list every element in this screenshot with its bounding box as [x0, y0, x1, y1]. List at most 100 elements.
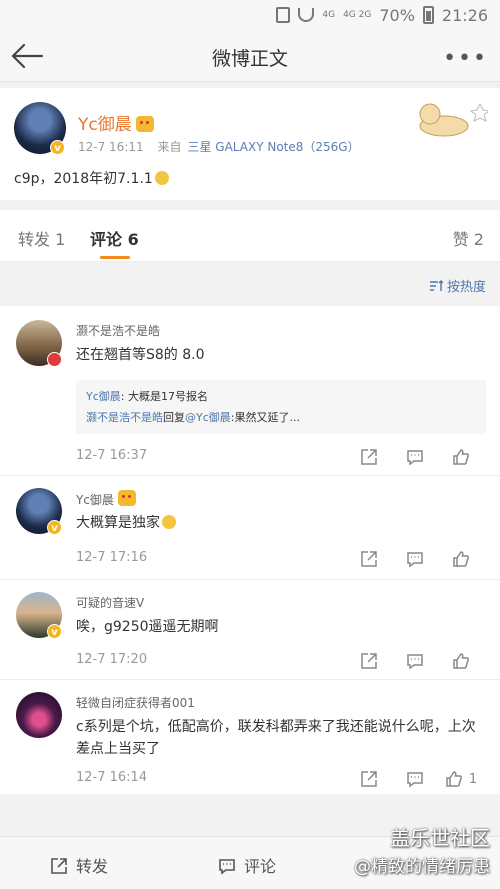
comment-icon [407, 450, 423, 466]
comment-time: 12-7 16:37 [76, 448, 148, 463]
original-post: v Yc御晨 12-7 16:11 来自 三星 GALAXY Note8（256G… [0, 88, 500, 200]
comment-button[interactable]: 评论 [218, 853, 276, 877]
network-indicator: 4G [322, 9, 336, 20]
thumbs-up-icon [453, 551, 469, 567]
repost-action[interactable] [346, 768, 392, 790]
active-tab-indicator [100, 256, 130, 259]
battery-percent: 70% [379, 5, 415, 25]
comment-icon [407, 772, 423, 788]
smiley-emoji-icon [154, 171, 169, 185]
comment-item: 灏不是浩不是皓 还在翘首等S8的 8.0 Yc御晨: 大概是17号报名 灏不是浩… [0, 306, 500, 476]
comment-text: 还在翘首等S8的 8.0 [76, 347, 205, 363]
battery-icon [422, 6, 434, 24]
like-action[interactable] [438, 650, 484, 672]
sort-bar: 按热度 [0, 264, 500, 306]
comment-time: 12-7 17:16 [76, 550, 148, 565]
quote-line-1: Yc御晨: 大概是17号报名 [86, 386, 476, 407]
quote-reply-word: 回复 [163, 411, 185, 424]
verified-badge: v [50, 140, 65, 155]
comment-label[interactable]: 评论 [244, 857, 276, 876]
reply-action[interactable] [392, 650, 438, 672]
author-name[interactable]: Yc御晨 [78, 110, 154, 135]
quote-mention[interactable]: @Yc御晨 [185, 411, 231, 424]
reply-action[interactable] [392, 548, 438, 570]
quote-user[interactable]: 灏不是浩不是皓 [86, 411, 163, 424]
quote-text: :果然又延了... [230, 411, 300, 424]
share-icon [361, 551, 377, 567]
like-action[interactable] [438, 446, 484, 468]
comment-actions [346, 650, 484, 672]
sort-icon [429, 280, 443, 291]
mute-icon [298, 8, 315, 22]
share-icon [361, 449, 377, 465]
commenter-avatar[interactable] [16, 692, 62, 738]
comment-text: 大概算是独家 [76, 512, 486, 534]
tab-repost[interactable]: 转发 1 [18, 226, 65, 250]
comment-icon [219, 859, 235, 875]
tab-likes[interactable]: 赞 2 [453, 226, 484, 250]
thumbs-up-icon [446, 771, 462, 787]
network-indicator-2: 4G 2G [343, 9, 372, 20]
comment-list: 灏不是浩不是皓 还在翘首等S8的 8.0 Yc御晨: 大概是17号报名 灏不是浩… [0, 306, 500, 794]
status-bar: 4G 4G 2G 70% 21:26 [0, 0, 500, 30]
like-action[interactable] [438, 548, 484, 570]
page-title: 微博正文 [211, 48, 288, 70]
nfc-icon [276, 7, 291, 23]
repost-action[interactable] [346, 650, 392, 672]
sort-by-hot-button[interactable]: 按热度 [429, 276, 486, 295]
comment-icon [407, 654, 423, 670]
verified-badge: v [47, 624, 62, 639]
nav-bar: 微博正文 ••• [0, 30, 500, 82]
comment-time: 12-7 16:14 [76, 770, 148, 785]
comment-item: v Yc御晨 大概算是独家 12-7 17:16 [0, 476, 500, 580]
sort-label[interactable]: 按热度 [447, 280, 486, 295]
source-prefix: 来自 [157, 140, 182, 154]
reply-quote-box[interactable]: Yc御晨: 大概是17号报名 灏不是浩不是皓回复@Yc御晨:果然又延了... [76, 380, 486, 434]
comment-text: c系列是个坑，低配高价，联发科都弄来了我还能说什么呢，上次差点上当买了 [76, 719, 476, 757]
comment-actions [346, 548, 484, 570]
repost-action[interactable] [346, 446, 392, 468]
clock: 21:26 [441, 5, 488, 25]
like-action[interactable]: 1 [438, 768, 484, 790]
red-badge-icon [47, 352, 62, 367]
commenter-name[interactable]: Yc御晨 [76, 490, 136, 508]
comment-text: 唉，g9250遥遥无期啊 [76, 619, 219, 635]
comment-actions [346, 446, 484, 468]
more-options-icon[interactable]: ••• [443, 46, 488, 71]
cat-sticker-icon [419, 102, 488, 137]
comment-item: 轻微自闭症获得者001 c系列是个坑，低配高价，联发科都弄来了我还能说什么呢，上… [0, 680, 500, 794]
commenter-name[interactable]: 轻微自闭症获得者001 [76, 694, 195, 711]
post-text-body: c9p，2018年初7.1.1 [14, 171, 153, 187]
watermark-community: 盖乐世社区 [390, 826, 490, 850]
repost-label[interactable]: 转发 [76, 857, 108, 876]
reply-action[interactable] [392, 446, 438, 468]
comment-time: 12-7 17:20 [76, 652, 148, 667]
post-source[interactable]: 三星 GALAXY Note8（256G） [187, 140, 359, 154]
author-name-text[interactable]: Yc御晨 [78, 115, 132, 135]
commenter-name-text[interactable]: Yc御晨 [76, 493, 114, 507]
comment-actions: 1 [346, 768, 484, 790]
comment-icon [407, 552, 423, 568]
post-text: c9p，2018年初7.1.1 [14, 168, 169, 188]
comment-text-body: 大概算是独家 [76, 515, 160, 531]
thumbs-up-icon [453, 653, 469, 669]
comment-item: v 可疑的音速V 唉，g9250遥遥无期啊 12-7 17:20 [0, 580, 500, 680]
commenter-name[interactable]: 可疑的音速V [76, 594, 144, 611]
vip-crown-icon [135, 116, 154, 132]
like-count: 1 [468, 771, 478, 787]
tab-comments[interactable]: 评论 6 [90, 226, 139, 250]
repost-button[interactable]: 转发 [50, 853, 108, 877]
post-meta: 12-7 16:11 来自 三星 GALAXY Note8（256G） [78, 138, 360, 155]
quote-user[interactable]: Yc御晨 [86, 390, 121, 403]
watermark-handle: @精致的情绪厉患 [354, 857, 490, 877]
quote-text: : 大概是17号报名 [120, 390, 208, 403]
post-time: 12-7 16:11 [78, 140, 144, 154]
share-icon [51, 858, 67, 874]
thumbs-up-icon [453, 449, 469, 465]
post-tabs: 转发 1 评论 6 赞 2 [0, 210, 500, 262]
repost-action[interactable] [346, 548, 392, 570]
reply-action[interactable] [392, 768, 438, 790]
commenter-name[interactable]: 灏不是浩不是皓 [76, 322, 160, 339]
share-icon [361, 771, 377, 787]
vip-crown-icon [117, 490, 136, 506]
